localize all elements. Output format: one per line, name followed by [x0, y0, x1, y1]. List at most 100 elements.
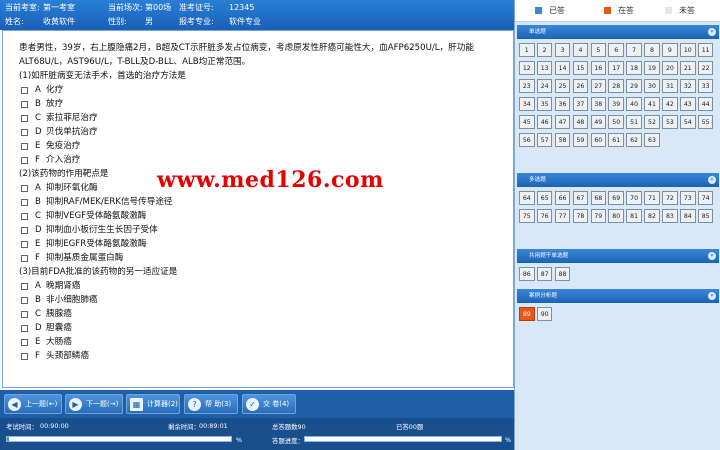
option-checkbox[interactable] [21, 282, 28, 290]
question-number-cell[interactable]: 48 [572, 115, 589, 129]
question-number-cell[interactable]: 5 [590, 43, 607, 57]
question-number-cell[interactable]: 62 [626, 133, 642, 147]
option-checkbox[interactable] [21, 296, 28, 304]
question-number-cell[interactable]: 72 [662, 191, 678, 205]
question-number-cell[interactable]: 18 [626, 61, 642, 75]
answer-option[interactable]: A 晚期肾癌 [21, 279, 513, 293]
question-number-cell[interactable]: 39 [608, 97, 624, 111]
question-number-cell[interactable]: 52 [644, 115, 660, 129]
question-number-cell[interactable]: 86 [519, 267, 535, 281]
collapse-icon[interactable]: « [708, 28, 716, 36]
question-number-cell[interactable]: 8 [644, 43, 660, 57]
question-number-cell[interactable]: 63 [644, 133, 660, 147]
question-number-cell[interactable]: 88 [554, 267, 571, 281]
section-header[interactable]: 单选题 « [517, 25, 719, 39]
question-number-cell[interactable]: 41 [644, 97, 660, 111]
collapse-icon[interactable]: « [708, 176, 716, 184]
submit-exam-button[interactable]: ✓ 交 卷(4) [242, 394, 296, 414]
option-checkbox[interactable] [21, 198, 28, 206]
question-number-cell[interactable]: 84 [680, 209, 696, 223]
question-number-cell[interactable]: 2 [536, 43, 553, 57]
option-checkbox[interactable] [21, 226, 28, 234]
question-number-cell[interactable]: 73 [680, 191, 696, 205]
question-number-cell[interactable]: 12 [519, 61, 535, 75]
question-number-cell[interactable]: 14 [554, 61, 571, 75]
section-header[interactable]: 案例分析题 « [517, 289, 719, 303]
question-number-cell[interactable]: 16 [590, 61, 607, 75]
option-checkbox[interactable] [21, 310, 28, 318]
option-checkbox[interactable] [21, 114, 28, 122]
question-number-cell[interactable]: 7 [626, 43, 642, 57]
question-number-cell[interactable]: 33 [697, 79, 714, 93]
option-checkbox[interactable] [21, 142, 28, 150]
question-number-cell[interactable]: 69 [608, 191, 624, 205]
section-header[interactable]: 多选题 « [517, 173, 719, 187]
answer-option[interactable]: E 免疫治疗 [21, 139, 513, 153]
question-number-cell[interactable]: 44 [697, 97, 714, 111]
answer-option[interactable]: E 抑制EGFR受体酪氨酸激酶 [21, 237, 513, 251]
help-button[interactable]: ? 帮 助(3) [184, 394, 238, 414]
question-number-cell[interactable]: 65 [536, 191, 553, 205]
answer-option[interactable]: D 胆囊癌 [21, 321, 513, 335]
question-number-cell[interactable]: 34 [519, 97, 535, 111]
question-number-cell[interactable]: 37 [572, 97, 589, 111]
option-checkbox[interactable] [21, 240, 28, 248]
question-number-cell[interactable]: 71 [644, 191, 660, 205]
question-number-cell[interactable]: 19 [644, 61, 660, 75]
question-number-cell[interactable]: 60 [590, 133, 607, 147]
question-number-cell[interactable]: 89 [519, 307, 535, 321]
collapse-icon[interactable]: « [708, 252, 716, 260]
calculator-button[interactable]: ▦ 计算器(2) [126, 394, 180, 414]
option-checkbox[interactable] [21, 156, 28, 164]
question-number-cell[interactable]: 83 [662, 209, 678, 223]
question-number-cell[interactable]: 80 [608, 209, 624, 223]
answer-option[interactable]: C 抑制VEGF受体酪氨酸激酶 [21, 209, 513, 223]
option-checkbox[interactable] [21, 184, 28, 192]
option-checkbox[interactable] [21, 212, 28, 220]
question-number-cell[interactable]: 29 [626, 79, 642, 93]
question-number-cell[interactable]: 31 [662, 79, 678, 93]
question-number-cell[interactable]: 1 [519, 43, 535, 57]
question-number-cell[interactable]: 36 [554, 97, 571, 111]
answer-option[interactable]: B 抑制RAF/MEK/ERK信号传导途径 [21, 195, 513, 209]
question-number-cell[interactable]: 49 [590, 115, 607, 129]
question-number-cell[interactable]: 9 [662, 43, 678, 57]
question-number-cell[interactable]: 32 [680, 79, 696, 93]
question-number-cell[interactable]: 24 [536, 79, 553, 93]
question-number-cell[interactable]: 70 [626, 191, 642, 205]
question-number-cell[interactable]: 4 [572, 43, 589, 57]
question-number-cell[interactable]: 68 [590, 191, 607, 205]
option-checkbox[interactable] [21, 254, 28, 262]
question-number-cell[interactable]: 38 [590, 97, 607, 111]
question-number-cell[interactable]: 22 [697, 61, 714, 75]
question-number-cell[interactable]: 43 [680, 97, 696, 111]
question-number-cell[interactable]: 50 [608, 115, 624, 129]
question-number-cell[interactable]: 13 [536, 61, 553, 75]
option-checkbox[interactable] [21, 324, 28, 332]
question-number-cell[interactable]: 10 [680, 43, 696, 57]
question-number-cell[interactable]: 74 [697, 191, 714, 205]
collapse-icon[interactable]: « [708, 292, 716, 300]
answer-option[interactable]: A 化疗 [21, 83, 513, 97]
question-number-cell[interactable]: 20 [662, 61, 678, 75]
question-number-cell[interactable]: 3 [554, 43, 571, 57]
question-number-cell[interactable]: 77 [554, 209, 571, 223]
question-number-cell[interactable]: 90 [536, 307, 553, 321]
question-number-cell[interactable]: 27 [590, 79, 607, 93]
answer-option[interactable]: E 大肠癌 [21, 335, 513, 349]
question-number-cell[interactable]: 11 [697, 43, 714, 57]
question-number-cell[interactable]: 42 [662, 97, 678, 111]
question-number-cell[interactable]: 81 [626, 209, 642, 223]
section-header[interactable]: 共用题干单选题 « [517, 249, 719, 263]
answer-option[interactable]: F 头颈部鳞癌 [21, 349, 513, 363]
answer-option[interactable]: F 抑制基质金属蛋白酶 [21, 251, 513, 265]
question-number-cell[interactable]: 78 [572, 209, 589, 223]
option-checkbox[interactable] [21, 352, 28, 360]
question-number-cell[interactable]: 64 [519, 191, 535, 205]
question-number-cell[interactable]: 40 [626, 97, 642, 111]
question-number-cell[interactable]: 21 [680, 61, 696, 75]
question-number-cell[interactable]: 46 [536, 115, 553, 129]
question-number-cell[interactable]: 79 [590, 209, 607, 223]
question-number-cell[interactable]: 45 [519, 115, 535, 129]
question-number-cell[interactable]: 61 [608, 133, 624, 147]
